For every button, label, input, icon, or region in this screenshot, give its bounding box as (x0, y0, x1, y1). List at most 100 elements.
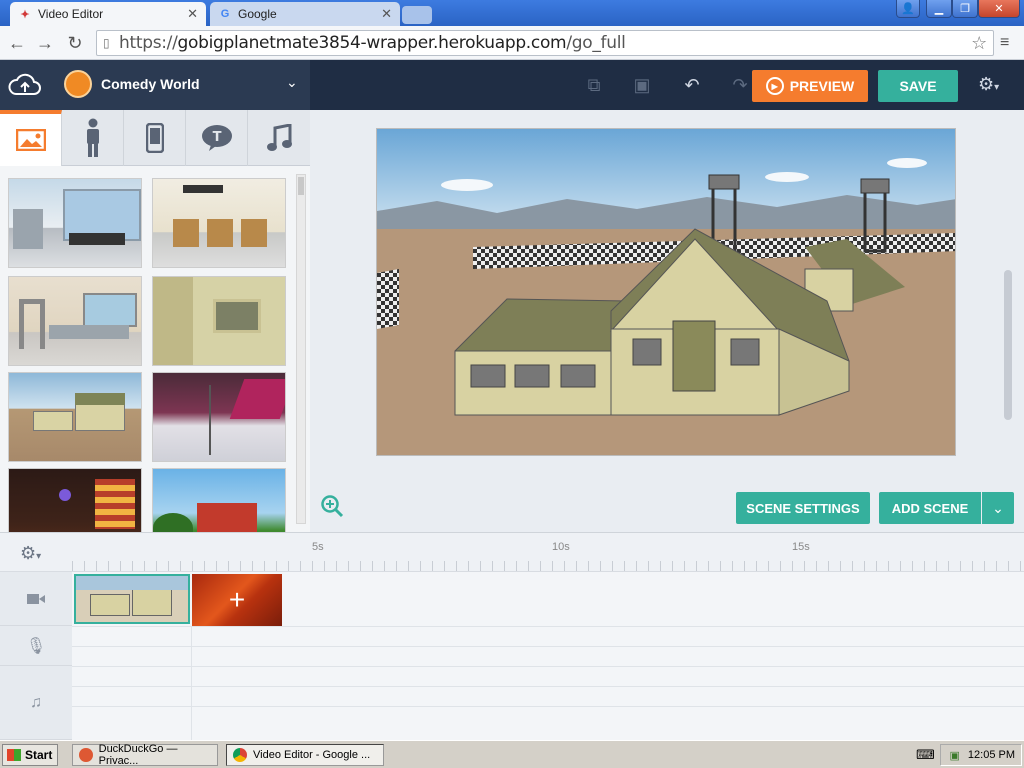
forward-arrow-icon[interactable]: → (34, 32, 56, 54)
zoom-in-icon[interactable] (320, 494, 346, 520)
tick-label: 15s (792, 541, 810, 553)
timeline-column-divider (191, 626, 192, 740)
browser-tab-strip: ✦ Video Editor ✕ G Google ✕ 👤 ▁ ❐ ✕ (0, 0, 1024, 26)
menu-icon[interactable]: ≡ (1000, 34, 1009, 52)
library-scroll-thumb[interactable] (298, 177, 304, 195)
stage-scroll-thumb[interactable] (1004, 270, 1012, 420)
scene-canvas[interactable] (376, 128, 956, 456)
chevron-down-icon: ⌄ (992, 499, 1004, 516)
reload-icon[interactable]: ↻ (64, 32, 86, 54)
close-tab-icon[interactable]: ✕ (381, 6, 392, 22)
add-scene-dropdown[interactable]: ⌄ (982, 492, 1014, 524)
add-clip-button[interactable]: + (192, 574, 282, 626)
save-button[interactable]: SAVE (878, 70, 958, 102)
task-label: DuckDuckGo — Privac... (98, 743, 178, 767)
phone-icon (145, 123, 164, 153)
maximize-button[interactable]: ❐ (952, 0, 978, 18)
windows-logo-icon (7, 749, 21, 761)
tab-audio[interactable] (248, 110, 310, 166)
background-thumbnail[interactable] (8, 276, 142, 366)
music-icon (267, 124, 292, 151)
cloud-upload-icon[interactable] (8, 72, 42, 98)
theme-name[interactable]: Comedy World (101, 76, 200, 92)
text-icon: T (201, 125, 232, 151)
paste-icon[interactable]: ▣ (630, 73, 654, 97)
task-label: Video Editor - Google ... (253, 749, 371, 761)
tab-characters[interactable] (62, 110, 124, 166)
theme-avatar[interactable] (64, 70, 92, 98)
preview-label: PREVIEW (789, 78, 855, 94)
bookmark-star-icon[interactable]: ☆ (971, 33, 987, 54)
play-circle-icon: ▶ (765, 77, 784, 95)
track-divider (72, 686, 1024, 687)
tick-label: 10s (552, 541, 570, 553)
scene-settings-button[interactable]: SCENE SETTINGS (736, 492, 870, 524)
background-thumbnail[interactable] (152, 372, 286, 462)
track-divider (72, 626, 1024, 627)
background-thumbnail[interactable] (8, 372, 142, 462)
minimize-button[interactable]: ▁ (926, 0, 952, 18)
settings-gear-icon[interactable]: ⚙▾ (978, 74, 999, 95)
address-bar[interactable]: ▯ https://gobigplanetmate3854-wrapper.he… (96, 30, 994, 56)
start-label: Start (25, 748, 53, 762)
background-thumbnail[interactable] (8, 178, 142, 268)
save-label: SAVE (899, 78, 937, 94)
network-icon: ▣ (949, 749, 960, 762)
image-icon (15, 129, 46, 151)
start-button[interactable]: Start (2, 744, 58, 766)
library-scrollbar[interactable] (296, 174, 306, 524)
redo-icon[interactable]: ↷ (728, 73, 752, 97)
page-icon: ▯ (103, 36, 110, 50)
timeline-settings-gear-icon[interactable]: ⚙▾ (20, 543, 41, 564)
background-thumbnail[interactable] (8, 468, 142, 532)
taskbar-item-duckduckgo[interactable]: DuckDuckGo — Privac... (72, 743, 218, 767)
copy-icon[interactable]: ⧉ (582, 73, 606, 97)
close-tab-icon[interactable]: ✕ (187, 6, 198, 22)
ruler-ticks (72, 561, 1024, 571)
theme-selector-bar: Comedy World ⌄ (0, 60, 310, 110)
chrome-icon (233, 748, 247, 762)
tab-backgrounds[interactable] (0, 110, 62, 166)
army-camp-scene (377, 129, 955, 455)
background-library (0, 166, 310, 532)
tab-props[interactable] (124, 110, 186, 166)
chevron-down-icon[interactable]: ⌄ (286, 74, 298, 91)
keyboard-icon[interactable]: ⌨ (916, 747, 935, 763)
new-tab-button[interactable] (402, 6, 432, 24)
tab-video-editor[interactable]: ✦ Video Editor ✕ (10, 2, 206, 26)
clock-time: 12:05 PM (967, 749, 1015, 761)
timeline-tracks: 🎙 ♫ 1 + (0, 572, 1024, 740)
system-clock[interactable]: ▣ 12:05 PM (940, 744, 1022, 766)
url-host: gobigplanetmate3854-wrapper.herokuapp.co… (177, 33, 567, 53)
tick-label: 5s (312, 541, 324, 553)
add-scene-button[interactable]: ADD SCENE (879, 492, 981, 524)
tab-title: Video Editor (38, 7, 104, 21)
stage-scrollbar[interactable] (1002, 170, 1014, 500)
background-thumbnail[interactable] (152, 468, 286, 532)
add-scene-label: ADD SCENE (891, 500, 969, 516)
track-divider (72, 706, 1024, 707)
back-arrow-icon[interactable]: ← (6, 32, 28, 54)
timeline-ruler: ⚙▾ 5s 10s 15s (0, 532, 1024, 572)
user-icon[interactable]: 👤 (896, 0, 920, 18)
url-prefix: https:// (119, 33, 178, 53)
microphone-icon: 🎙 (0, 626, 72, 666)
character-icon (86, 118, 99, 157)
scene-clip[interactable]: 1 (74, 574, 190, 624)
stage-area: SCENE SETTINGS ADD SCENE ⌄ (310, 110, 1024, 532)
tab-text[interactable]: T (186, 110, 248, 166)
close-window-button[interactable]: ✕ (978, 0, 1020, 18)
preview-button[interactable]: ▶ PREVIEW (752, 70, 868, 102)
tab-google[interactable]: G Google ✕ (210, 2, 400, 26)
background-thumbnail[interactable] (152, 276, 286, 366)
background-thumbnail[interactable] (152, 178, 286, 268)
undo-icon[interactable]: ↶ (680, 73, 704, 97)
url-path: /go_full (566, 33, 626, 53)
track-divider (72, 666, 1024, 667)
video-track-icon (0, 572, 72, 626)
music-track-icon: ♫ (0, 666, 72, 740)
svg-text:T: T (212, 130, 221, 145)
track-divider (72, 646, 1024, 647)
taskbar-item-video-editor[interactable]: Video Editor - Google ... (226, 744, 384, 766)
plus-icon: + (228, 584, 246, 615)
